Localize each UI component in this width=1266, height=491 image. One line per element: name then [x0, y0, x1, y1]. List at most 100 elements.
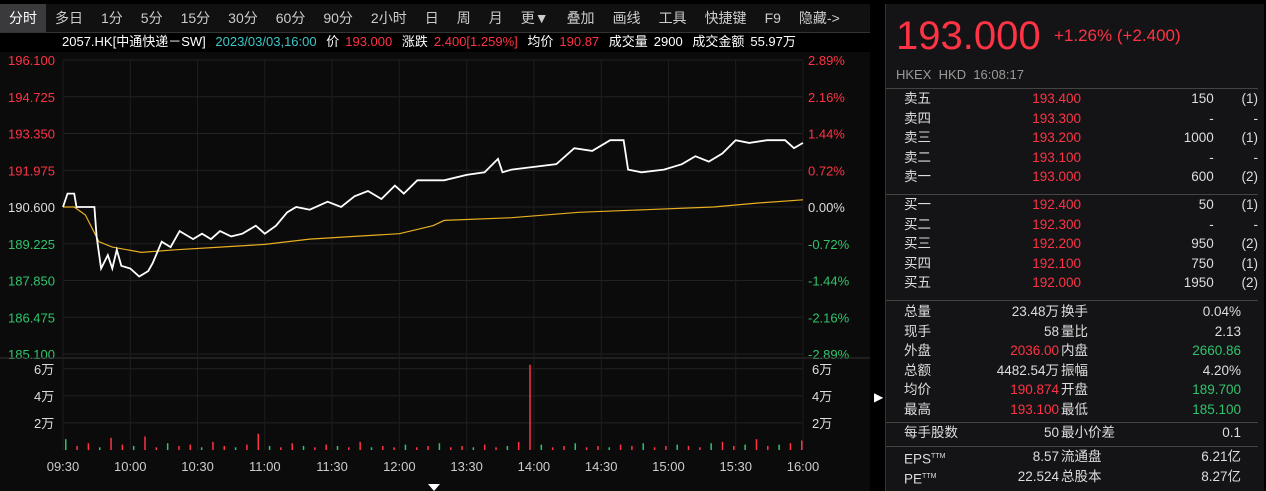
x-tick: 16:00 [787, 459, 820, 474]
toolbar-button[interactable]: 月 [480, 4, 512, 32]
volume-bar [778, 444, 780, 450]
volume-bar [676, 444, 678, 450]
price-change: +1.26% (+2.400) [1054, 26, 1181, 45]
y-tick-left: 193.350 [8, 127, 55, 142]
y-tick-left: 190.600 [8, 200, 55, 215]
level-label: 买四 [904, 255, 931, 271]
x-tick: 14:00 [518, 459, 551, 474]
volume-bar [438, 443, 441, 450]
intraday-chart[interactable]: 196.100 2.89% 194.725 2.16% 193.350 1.44% 191.… [0, 52, 870, 491]
level-price: 192.200 [1032, 236, 1081, 251]
stat-label: 现手 [904, 323, 931, 339]
toolbar-button[interactable]: 15分 [172, 4, 220, 32]
toolbar-button[interactable]: 快捷键 [696, 4, 756, 32]
exchange: HKEX [896, 67, 932, 82]
stat-value: 2.13 [1214, 323, 1241, 339]
expand-arrow-icon[interactable]: ▶ [874, 390, 883, 404]
volume-bar [710, 443, 712, 450]
vol-tick-right: 4万 [812, 389, 832, 404]
volume-bar [744, 444, 746, 450]
stat-label: 换手 [1061, 304, 1088, 319]
level-volume: 1950 [1183, 275, 1214, 290]
toolbar-button[interactable]: F9 [756, 4, 790, 32]
fund-label2: 总股本 [1061, 468, 1102, 484]
x-tick: 10:00 [114, 459, 147, 474]
level-label: 买五 [904, 275, 931, 290]
level-volume: - [1209, 149, 1214, 165]
level-price: 192.100 [1032, 255, 1081, 271]
toolbar-button[interactable]: 周 [448, 4, 480, 32]
toolbar-button[interactable]: 更▼ [512, 4, 558, 32]
toolbar-button[interactable]: 画线 [604, 4, 650, 32]
vol-label: 成交量 [608, 34, 648, 49]
level-price: 192.300 [1032, 216, 1081, 232]
level-price: 193.300 [1032, 110, 1081, 126]
fund-value: 22.524 [1017, 468, 1059, 484]
volume-bar [65, 439, 67, 450]
lot-table: 每手股数 50 最小价差 0.1 [886, 422, 1258, 443]
order-row: 买五 192.000 1950 (2) [886, 273, 1258, 293]
toolbar-button[interactable]: 隐藏-> [790, 4, 849, 32]
level-label: 买二 [904, 216, 931, 232]
toolbar-button[interactable]: 叠加 [558, 4, 604, 32]
volume-bar [302, 445, 305, 450]
stat-value: 4.20% [1202, 362, 1241, 378]
y-tick-right: 0.72% [808, 163, 845, 178]
y-tick-left: 191.975 [8, 163, 55, 178]
level-volume: - [1209, 216, 1214, 232]
x-tick: 11:30 [316, 459, 348, 474]
volume-bar [461, 445, 463, 450]
y-tick-left: 186.475 [8, 310, 55, 325]
stat-label: 总量 [904, 304, 931, 319]
vol-tick-left: 6万 [34, 362, 54, 377]
level-volume: - [1209, 110, 1214, 126]
volume-bar [144, 436, 146, 450]
quote-meta: HKEX HKD 16:08:17 [896, 67, 1024, 82]
price-value: 193.000 [345, 34, 393, 49]
toolbar-button[interactable]: 分时 [0, 4, 46, 32]
stat-label: 振幅 [1061, 362, 1088, 378]
toolbar-button[interactable]: 90分 [314, 4, 362, 32]
volume-bar [166, 443, 169, 450]
volume-bar [200, 447, 203, 450]
level-volume: 750 [1191, 255, 1214, 271]
level-volume: 600 [1191, 169, 1214, 184]
order-row: 卖一 193.000 600 (2) [886, 167, 1258, 187]
period-toolbar: 分时 多日 1分 5分 15分 30分 60分 90分 2小时日周月更▼ 叠加 画线 工具 快捷键 F9 隐… [0, 4, 870, 33]
toolbar-button[interactable]: 30分 [219, 4, 267, 32]
volume-bar [449, 447, 452, 450]
volume-bar [393, 447, 395, 450]
stat-label: 开盘 [1061, 382, 1088, 397]
volume-bar [246, 444, 248, 450]
y-tick-right: 2.89% [808, 53, 845, 68]
toolbar-button[interactable]: 日 [416, 4, 448, 32]
order-row: 卖四 193.300 - - [886, 109, 1258, 129]
stat-value: 190.874 [1010, 382, 1059, 397]
volume-bar [506, 445, 509, 450]
fund-name: PE [904, 471, 923, 486]
stat-label: 均价 [904, 382, 931, 397]
volume-bar [98, 447, 101, 450]
toolbar-button[interactable]: 5分 [132, 4, 172, 32]
level-count: - [1253, 110, 1259, 126]
toolbar-button[interactable]: 多日 [46, 4, 92, 32]
toolbar-button[interactable]: 2小时 [362, 4, 416, 32]
volume-bar [529, 364, 531, 450]
level-count: - [1253, 216, 1259, 232]
volume-bar [325, 444, 327, 450]
level-count: (2) [1241, 275, 1259, 290]
stat-row: 总量 23.48万 换手 0.04% [886, 302, 1258, 322]
stat-value: 23.48万 [1011, 304, 1059, 319]
volume-bar [801, 440, 803, 450]
toolbar-button[interactable]: 1分 [92, 4, 132, 32]
stat-label: 每手股数 [904, 425, 958, 440]
level-label: 卖三 [904, 130, 931, 145]
fund-suffix: TTM [922, 472, 937, 480]
change-label: 涨跌 [401, 34, 428, 49]
avg-label: 均价 [527, 34, 554, 49]
toolbar-button[interactable]: 60分 [267, 4, 315, 32]
symbol: 2057.HK[中通快递－SW] [62, 34, 206, 49]
level-price: 192.000 [1032, 275, 1081, 290]
level-count: - [1253, 149, 1259, 165]
toolbar-button[interactable]: 工具 [650, 4, 696, 32]
